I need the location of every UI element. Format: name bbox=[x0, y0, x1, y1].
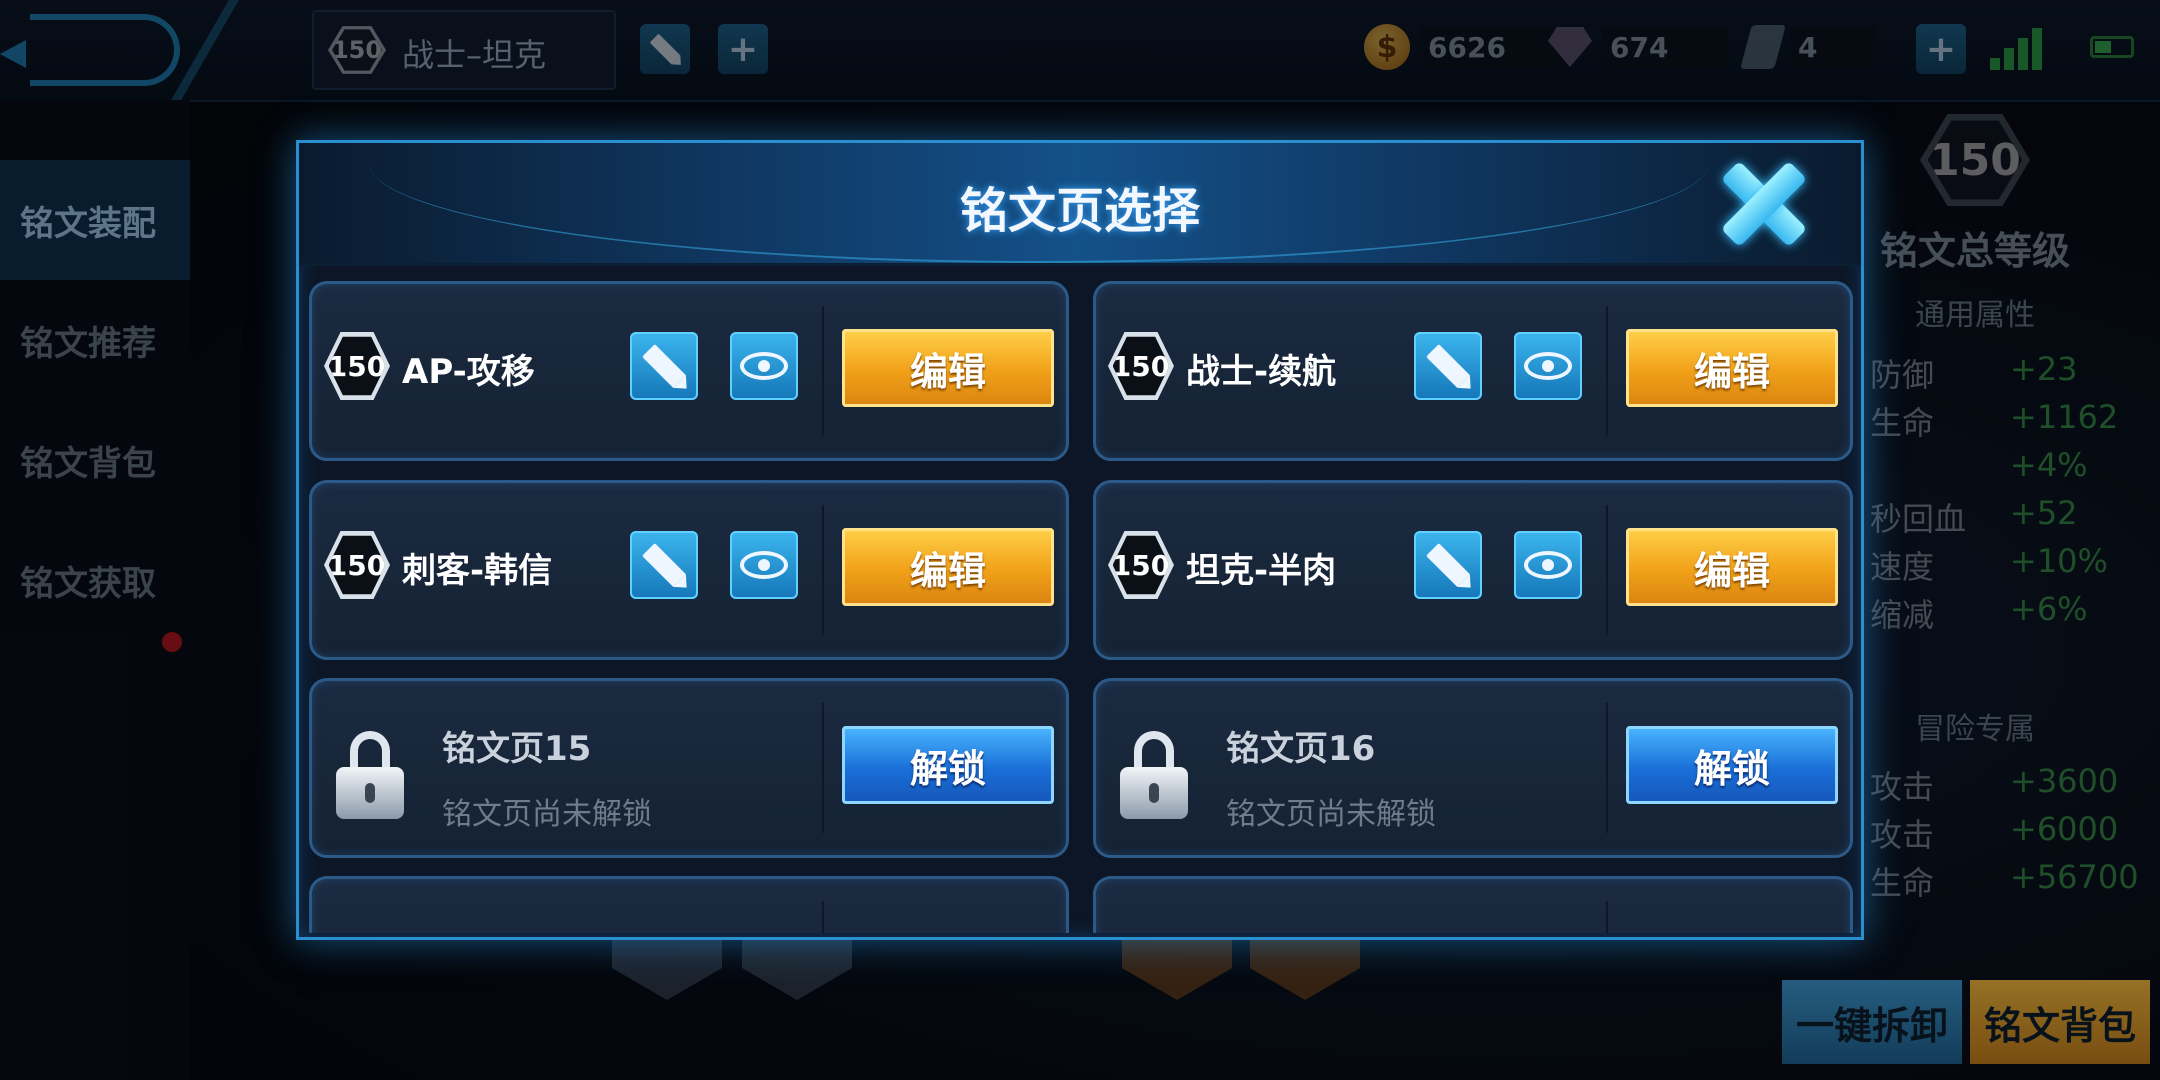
page-name: 铭文页16 bbox=[1226, 729, 1376, 769]
page-name: 坦克-半肉 bbox=[1186, 551, 1337, 591]
close-icon[interactable] bbox=[1719, 159, 1809, 249]
rename-button[interactable] bbox=[630, 531, 698, 599]
edit-button[interactable]: 编辑 bbox=[842, 329, 1054, 407]
modal-title: 铭文页选择 bbox=[959, 183, 1200, 239]
lock-icon bbox=[336, 731, 408, 821]
eye-icon bbox=[1524, 551, 1572, 579]
eye-icon bbox=[740, 352, 788, 380]
edit-button[interactable]: 编辑 bbox=[1626, 528, 1838, 606]
locked-page-card[interactable]: 铭文页15 铭文页尚未解锁 解锁 bbox=[309, 678, 1069, 858]
page-name: 刺客-韩信 bbox=[402, 551, 553, 591]
preview-button[interactable] bbox=[730, 332, 798, 400]
level-hex-icon: 150 bbox=[1108, 331, 1174, 401]
unlock-button[interactable]: 解锁 bbox=[1626, 726, 1838, 804]
pencil-icon bbox=[642, 344, 686, 388]
divider bbox=[822, 306, 824, 436]
divider bbox=[1606, 505, 1608, 635]
pencil-icon bbox=[1426, 543, 1470, 587]
rename-button[interactable] bbox=[630, 332, 698, 400]
page-name: AP-攻移 bbox=[402, 352, 535, 392]
page-name: 铭文页15 bbox=[442, 729, 592, 769]
preview-button[interactable] bbox=[1514, 531, 1582, 599]
list-item-partial[interactable] bbox=[309, 876, 1069, 933]
eye-icon bbox=[1524, 352, 1572, 380]
eye-icon bbox=[740, 551, 788, 579]
divider bbox=[1606, 901, 1608, 933]
locked-hint: 铭文页尚未解锁 bbox=[442, 797, 652, 832]
page-card[interactable]: 150 AP-攻移 编辑 bbox=[309, 281, 1069, 461]
locked-page-card[interactable]: 铭文页16 铭文页尚未解锁 解锁 bbox=[1093, 678, 1853, 858]
preview-button[interactable] bbox=[1514, 332, 1582, 400]
divider bbox=[822, 901, 824, 933]
preview-button[interactable] bbox=[730, 531, 798, 599]
modal-header: 铭文页选择 bbox=[299, 143, 1861, 266]
pencil-icon bbox=[1426, 344, 1470, 388]
page-select-modal: 铭文页选择 150 AP-攻移 编辑 150 战士-续航 编辑 150 刺客-韩… bbox=[296, 140, 1864, 940]
page-card[interactable]: 150 坦克-半肉 编辑 bbox=[1093, 480, 1853, 660]
page-list[interactable]: 150 AP-攻移 编辑 150 战士-续航 编辑 150 刺客-韩信 编辑 1… bbox=[309, 268, 1853, 933]
level-hex-icon: 150 bbox=[324, 530, 390, 600]
rename-button[interactable] bbox=[1414, 332, 1482, 400]
divider bbox=[822, 505, 824, 635]
divider bbox=[1606, 306, 1608, 436]
edit-button[interactable]: 编辑 bbox=[1626, 329, 1838, 407]
locked-hint: 铭文页尚未解锁 bbox=[1226, 797, 1436, 832]
lock-icon bbox=[1120, 731, 1192, 821]
page-card[interactable]: 150 战士-续航 编辑 bbox=[1093, 281, 1853, 461]
page-name: 战士-续航 bbox=[1186, 352, 1337, 392]
level-hex-icon: 150 bbox=[1108, 530, 1174, 600]
rename-button[interactable] bbox=[1414, 531, 1482, 599]
divider bbox=[1606, 703, 1608, 833]
unlock-button[interactable]: 解锁 bbox=[842, 726, 1054, 804]
list-item-partial[interactable] bbox=[1093, 876, 1853, 933]
edit-button[interactable]: 编辑 bbox=[842, 528, 1054, 606]
divider bbox=[822, 703, 824, 833]
pencil-icon bbox=[642, 543, 686, 587]
page-card[interactable]: 150 刺客-韩信 编辑 bbox=[309, 480, 1069, 660]
level-hex-icon: 150 bbox=[324, 331, 390, 401]
